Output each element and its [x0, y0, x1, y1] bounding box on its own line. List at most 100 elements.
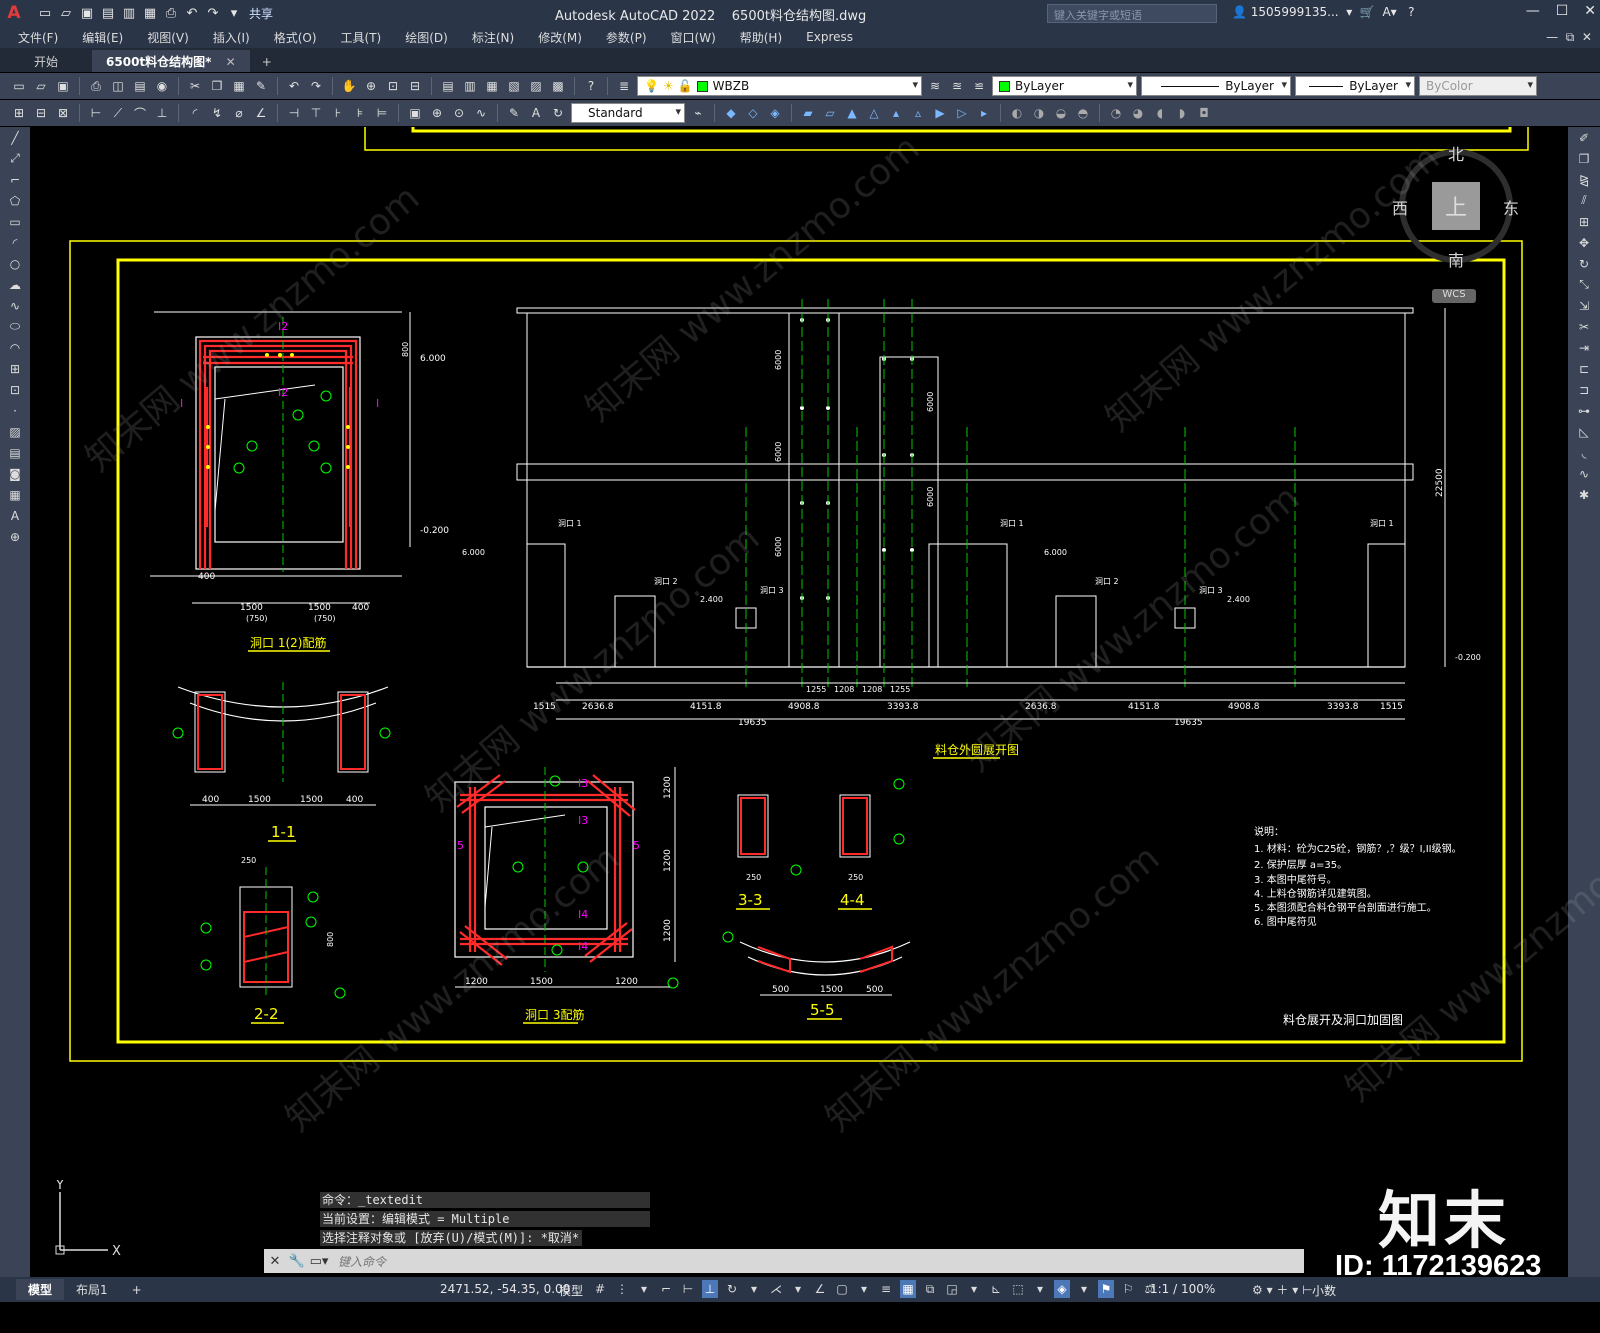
tab-close-icon[interactable]: ✕: [226, 55, 236, 69]
arc-icon[interactable]: ◜: [0, 232, 30, 253]
model-space-toggle[interactable]: 模型: [559, 1282, 583, 1299]
osnap-icon[interactable]: ▢: [834, 1280, 850, 1298]
undo-icon[interactable]: ↶: [285, 77, 303, 95]
radius-icon[interactable]: ◜: [186, 104, 204, 122]
tab-start[interactable]: 开始: [20, 50, 72, 72]
cart-icon[interactable]: 🛒: [1360, 5, 1375, 19]
menu-window[interactable]: 窗口(W): [671, 29, 728, 46]
break-at-point-icon[interactable]: ⊏: [1568, 358, 1600, 379]
doc-window-controls[interactable]: — ⧉ ✕: [1546, 30, 1592, 45]
copy-obj-icon[interactable]: ❐: [1568, 148, 1600, 169]
command-close-icon[interactable]: ✕: [264, 1254, 286, 1269]
menu-file[interactable]: 文件(F): [18, 29, 70, 46]
scale-icon[interactable]: ⤡: [1568, 274, 1600, 295]
annotation-visibility-icon[interactable]: ⚑: [1098, 1280, 1114, 1298]
annotation-scale[interactable]: 1:1 / 100%: [1150, 1282, 1215, 1296]
linetype-dropdown[interactable]: ByLayer: [1141, 76, 1291, 96]
open-icon[interactable]: ▱: [32, 77, 50, 95]
solid-5-icon[interactable]: ▱: [821, 104, 839, 122]
array-icon[interactable]: ⊞: [1568, 211, 1600, 232]
stretch-icon[interactable]: ⇲: [1568, 295, 1600, 316]
add-selected-icon[interactable]: ⊕: [0, 526, 30, 547]
selection-filter-menu-icon[interactable]: ▾: [1032, 1280, 1048, 1298]
break-icon[interactable]: ⊐: [1568, 379, 1600, 400]
mirror-icon[interactable]: ⧎: [1568, 169, 1600, 190]
save-icon[interactable]: ▣: [78, 4, 96, 22]
solid-21-icon[interactable]: ◘: [1195, 104, 1213, 122]
offset-icon[interactable]: ⫽: [1568, 190, 1600, 211]
ortho-icon[interactable]: ⊥: [702, 1280, 718, 1298]
command-input[interactable]: 键入命令: [330, 1253, 1304, 1270]
print-icon[interactable]: ⎙: [162, 4, 180, 22]
transparency-icon[interactable]: ▦: [900, 1280, 916, 1298]
tolerance-icon[interactable]: ▣: [406, 104, 424, 122]
ellipse-arc-icon[interactable]: ◠: [0, 337, 30, 358]
menu-draw[interactable]: 绘图(D): [405, 29, 460, 46]
drawing-canvas[interactable]: I2 I I I2 400 1500 1500 400 (750) (750) …: [30, 127, 1568, 1277]
join-icon[interactable]: ⊶: [1568, 400, 1600, 421]
rectangle-icon[interactable]: ▭: [0, 211, 30, 232]
workspace-icon[interactable]: ⚙ ▾ ＋ ▾ ⊢: [1252, 1281, 1313, 1298]
solid-9-icon[interactable]: ▵: [909, 104, 927, 122]
menu-dimension[interactable]: 标注(N): [472, 29, 526, 46]
pan-icon[interactable]: ✋: [340, 77, 358, 95]
tool-b-icon[interactable]: ⊟: [32, 104, 50, 122]
jogged-icon[interactable]: ↯: [208, 104, 226, 122]
solid-18-icon[interactable]: ◕: [1129, 104, 1147, 122]
compass-north[interactable]: 北: [1448, 141, 1464, 165]
table-icon[interactable]: ▦: [0, 484, 30, 505]
solid-7-icon[interactable]: △: [865, 104, 883, 122]
solid-6-icon[interactable]: ▲: [843, 104, 861, 122]
osnap-menu-icon[interactable]: ▾: [856, 1280, 872, 1298]
plotstyle-dropdown[interactable]: ByColor: [1419, 76, 1537, 96]
plot-icon[interactable]: ⎙: [87, 77, 105, 95]
solid-15-icon[interactable]: ◒: [1052, 104, 1070, 122]
web-icon[interactable]: ▦: [141, 4, 159, 22]
units-setting[interactable]: 小数: [1312, 1282, 1336, 1299]
compass-east[interactable]: 东: [1503, 195, 1519, 219]
ordinate-icon[interactable]: ⊥: [153, 104, 171, 122]
3d-print-icon[interactable]: ◉: [153, 77, 171, 95]
maximize-icon[interactable]: ☐: [1556, 3, 1569, 19]
construction-line-icon[interactable]: ⤢: [0, 148, 30, 169]
solid-12-icon[interactable]: ▸: [975, 104, 993, 122]
dynamic-ucs-icon[interactable]: ⊾: [988, 1280, 1004, 1298]
solid-3-icon[interactable]: ◈: [766, 104, 784, 122]
zoom-realtime-icon[interactable]: ⊕: [362, 77, 380, 95]
snap-icon[interactable]: ⋮: [614, 1280, 630, 1298]
extend-icon[interactable]: ⇥: [1568, 337, 1600, 358]
infer-icon[interactable]: ⌐: [658, 1280, 674, 1298]
make-block-icon[interactable]: ⊡: [0, 379, 30, 400]
auto-scale-icon[interactable]: ⚐: [1120, 1280, 1136, 1298]
properties-icon[interactable]: ▤: [439, 77, 457, 95]
copy-icon[interactable]: ❐: [208, 77, 226, 95]
tab-layout1[interactable]: 布局1: [64, 1279, 120, 1300]
region-icon[interactable]: ◙: [0, 463, 30, 484]
menu-insert[interactable]: 插入(I): [213, 29, 262, 46]
move-icon[interactable]: ✥: [1568, 232, 1600, 253]
layer-previous-icon[interactable]: ≊: [948, 77, 966, 95]
menu-tools[interactable]: 工具(T): [341, 29, 394, 46]
line-icon[interactable]: ╱: [0, 127, 30, 148]
tab-model[interactable]: 模型: [16, 1279, 65, 1300]
preview-icon[interactable]: ◫: [109, 77, 127, 95]
zoom-prev-icon[interactable]: ⊟: [406, 77, 424, 95]
undo-icon[interactable]: ↶: [183, 4, 201, 22]
solid-4-icon[interactable]: ▰: [799, 104, 817, 122]
circle-icon[interactable]: ○: [0, 253, 30, 274]
quick-dim-icon[interactable]: ⊣: [285, 104, 303, 122]
linear-dim-icon[interactable]: ⊢: [87, 104, 105, 122]
blend-icon[interactable]: ∿: [1568, 463, 1600, 484]
polar-menu-icon[interactable]: ▾: [746, 1280, 762, 1298]
command-customize-icon[interactable]: 🔧: [286, 1254, 308, 1269]
markup-icon[interactable]: ▨: [527, 77, 545, 95]
tool-a-icon[interactable]: ⊞: [10, 104, 28, 122]
space-icon[interactable]: ⊧: [351, 104, 369, 122]
dim-style-dropdown[interactable]: Standard: [571, 103, 685, 123]
dim-edit-icon[interactable]: ✎: [505, 104, 523, 122]
continue-icon[interactable]: ⊦: [329, 104, 347, 122]
command-recent-icon[interactable]: ▭▾: [308, 1254, 330, 1269]
jogged-linear-icon[interactable]: ∿: [472, 104, 490, 122]
baseline-icon[interactable]: ⊤: [307, 104, 325, 122]
menu-modify[interactable]: 修改(M): [538, 29, 594, 46]
